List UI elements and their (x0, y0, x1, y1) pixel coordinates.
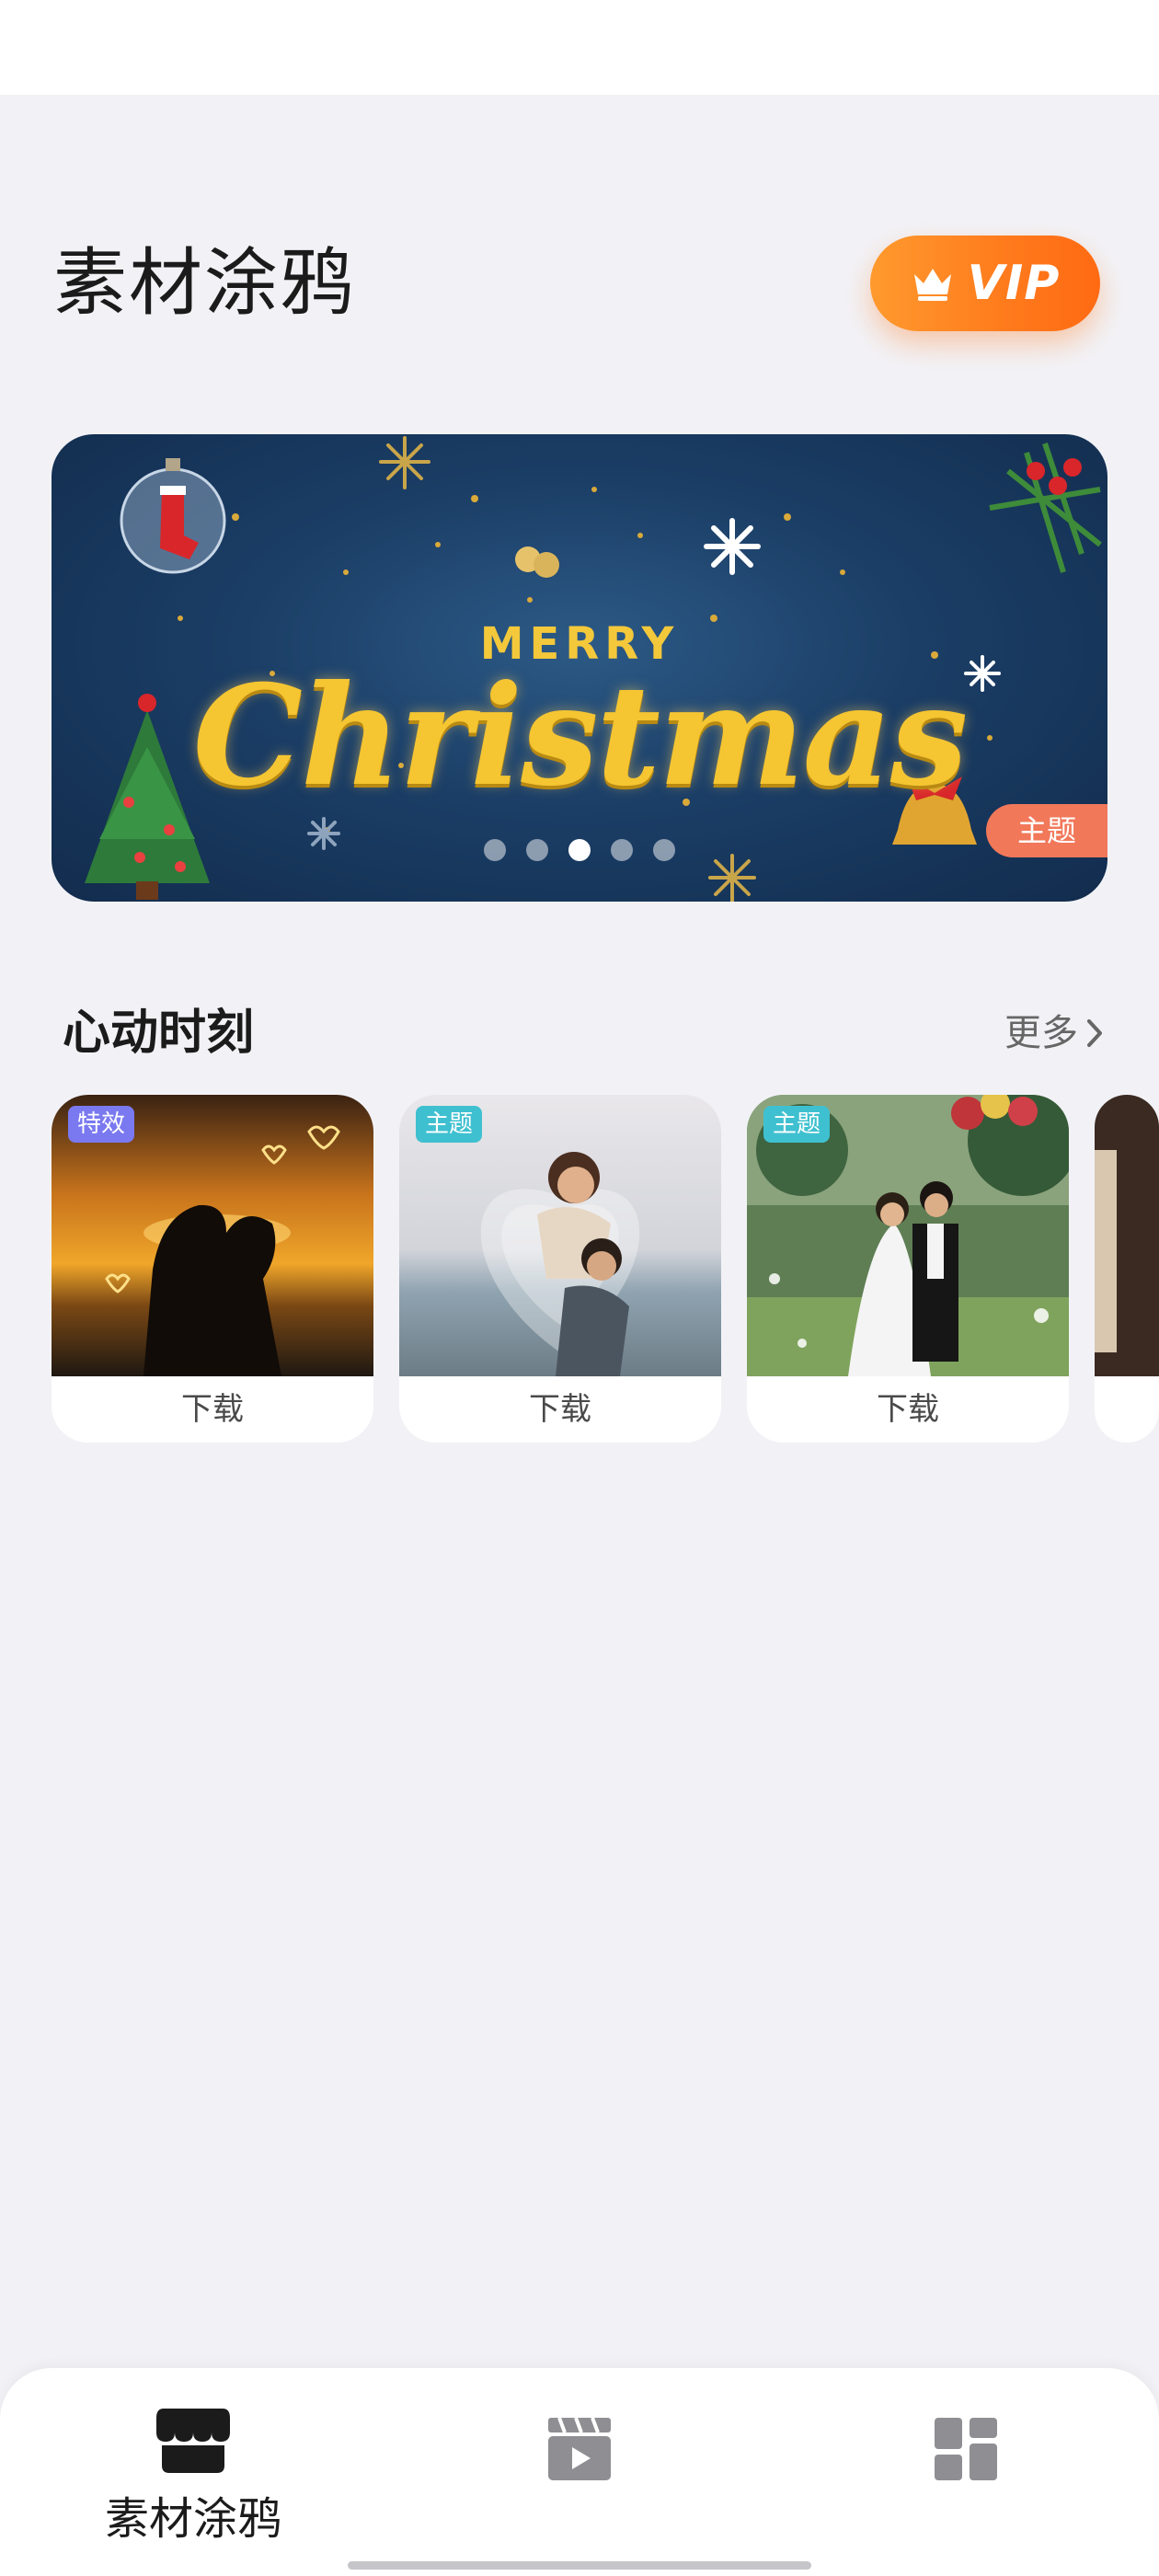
moment-card[interactable]: 主题 下载 (747, 1095, 1069, 1443)
tab-video[interactable] (460, 2405, 699, 2552)
tab-material-graffiti[interactable]: 素材涂鸦 (74, 2405, 313, 2552)
carousel-dot-active[interactable] (568, 839, 591, 861)
banner-christmas-text: Christmas (192, 655, 969, 817)
carousel-dot[interactable] (611, 839, 633, 861)
bottom-tab-bar: 素材涂鸦 (0, 2368, 1159, 2576)
card-badge: 主题 (416, 1106, 483, 1143)
chevron-right-icon (1087, 1019, 1102, 1047)
card-badge: 特效 (68, 1106, 135, 1143)
page-title: 素材涂鸦 (53, 240, 355, 326)
carousel-dots[interactable] (52, 839, 1107, 861)
tab-grid[interactable] (846, 2405, 1085, 2552)
banner-theme-tag: 主题 (986, 804, 1107, 857)
carousel-dot[interactable] (526, 839, 548, 861)
card-download-button[interactable]: 下载 (399, 1376, 721, 1443)
card-thumbnail (1095, 1095, 1159, 1376)
card-download-button[interactable]: 下载 (52, 1376, 373, 1443)
more-label: 更多 (1004, 1012, 1078, 1054)
vip-button[interactable]: VIP (870, 236, 1100, 331)
video-clapper-icon (548, 2417, 611, 2480)
carousel-dot[interactable] (484, 839, 506, 861)
christmas-banner[interactable]: MERRY Christmas 主题 (52, 434, 1107, 902)
status-bar (0, 0, 1159, 95)
more-link[interactable]: 更多 (1004, 1005, 1106, 1062)
moment-card-partial[interactable] (1095, 1095, 1159, 1443)
shop-icon (156, 2409, 230, 2473)
section-title: 心动时刻 (63, 1006, 255, 1061)
moment-card-list[interactable]: 特效 下载 主题 下载 主题 下载 (0, 1095, 1159, 1444)
moment-card[interactable]: 主题 下载 (399, 1095, 721, 1443)
home-indicator (348, 2561, 811, 2570)
vip-label: VIP (967, 256, 1061, 311)
card-download-button[interactable]: 下载 (747, 1376, 1069, 1443)
carousel-dot[interactable] (653, 839, 675, 861)
tab-label: 素材涂鸦 (104, 2493, 281, 2545)
grid-icon (935, 2418, 997, 2480)
crown-icon (913, 269, 951, 301)
card-badge: 主题 (763, 1106, 831, 1143)
moment-card[interactable]: 特效 下载 (52, 1095, 373, 1443)
